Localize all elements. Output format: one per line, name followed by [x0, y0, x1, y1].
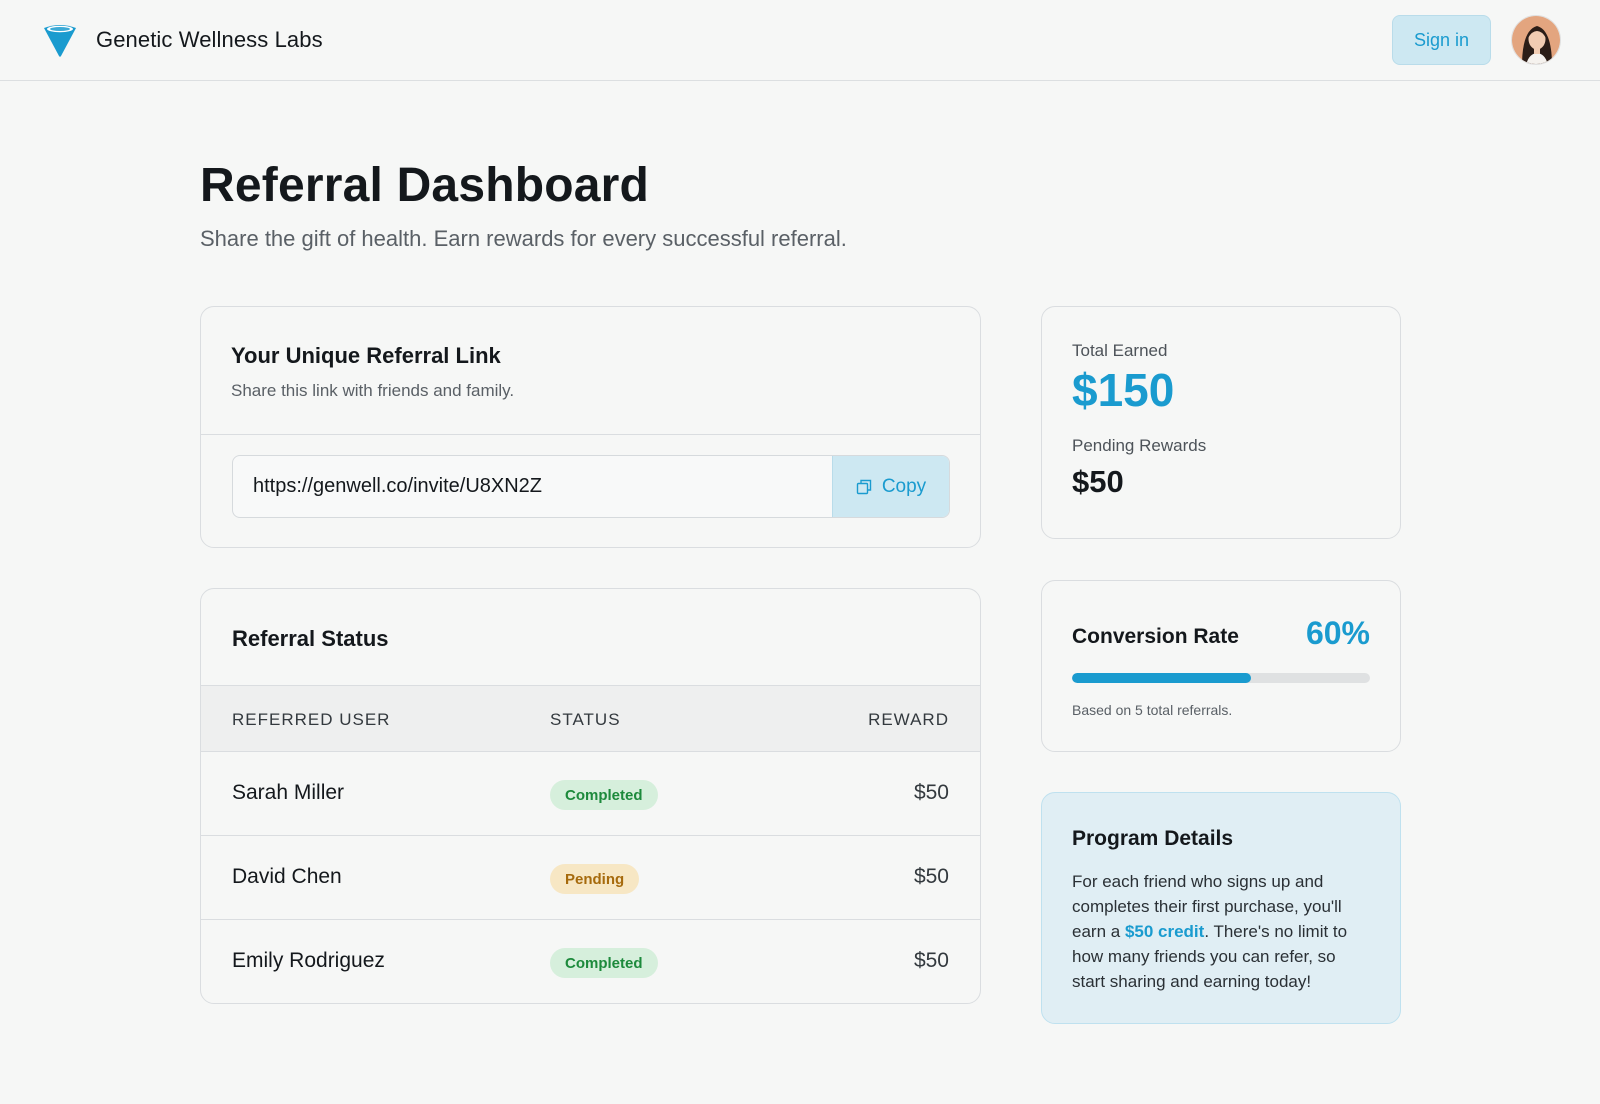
table-row: David Chen Pending $50	[201, 836, 980, 920]
program-details-title: Program Details	[1072, 827, 1234, 850]
reward-amount: $50	[913, 949, 949, 972]
total-earned-value: $150	[1072, 364, 1175, 416]
page-title: Referral Dashboard	[200, 159, 650, 212]
reward-amount: $50	[913, 781, 949, 804]
referred-user-name: Sarah Miller	[232, 781, 345, 804]
referred-user-name: Emily Rodriguez	[232, 949, 385, 972]
top-navigation-bar: Genetic Wellness Labs Sign in	[0, 0, 1600, 81]
referral-link-card-header: Your Unique Referral Link Share this lin…	[201, 307, 980, 435]
column-header-reward: REWARD	[868, 710, 949, 729]
referral-link-subtitle: Share this link with friends and family.	[231, 381, 515, 400]
status-badge: Completed	[550, 948, 658, 978]
referral-link-field: Copy	[232, 455, 950, 518]
conversion-rate-title: Conversion Rate	[1072, 625, 1239, 648]
copy-link-button[interactable]: Copy	[832, 456, 949, 517]
user-avatar[interactable]	[1511, 15, 1561, 65]
program-details-text: For each friend who signs up and complet…	[1072, 869, 1370, 994]
conversion-note: Based on 5 total referrals.	[1072, 702, 1233, 718]
status-badge: Pending	[550, 864, 640, 894]
copy-button-label: Copy	[881, 475, 927, 497]
program-credit-highlight: $50 credit	[1124, 922, 1205, 941]
conversion-progress-fill	[1072, 673, 1251, 683]
referred-user-name: David Chen	[232, 865, 342, 888]
earnings-card: Total Earned $150 Pending Rewards $50	[1041, 306, 1401, 539]
referral-link-input[interactable]	[233, 456, 832, 517]
table-row: Emily Rodriguez Completed $50	[201, 920, 980, 1003]
pending-rewards-value: $50	[1072, 463, 1124, 499]
brand-name: Genetic Wellness Labs	[96, 27, 323, 52]
sign-in-button[interactable]: Sign in	[1392, 15, 1491, 65]
total-earned-label: Total Earned	[1072, 341, 1168, 360]
program-details-card: Program Details For each friend who sign…	[1041, 792, 1401, 1024]
conversion-rate-value: 60%	[1305, 615, 1370, 651]
pending-rewards-label: Pending Rewards	[1072, 435, 1207, 455]
reward-amount: $50	[913, 865, 949, 888]
funnel-logo-icon	[44, 25, 76, 57]
referral-status-card: Referral Status REFERRED USER STATUS REW…	[200, 588, 981, 1004]
status-badge: Completed	[550, 780, 658, 810]
referral-status-title: Referral Status	[232, 626, 389, 651]
conversion-rate-card: Conversion Rate 60% Based on 5 total ref…	[1041, 580, 1401, 752]
page-subtitle: Share the gift of health. Earn rewards f…	[200, 226, 847, 251]
table-header: REFERRED USER STATUS REWARD	[201, 685, 980, 752]
table-row: Sarah Miller Completed $50	[201, 752, 980, 836]
referral-link-title: Your Unique Referral Link	[231, 343, 501, 368]
conversion-progress-bar	[1072, 673, 1370, 683]
column-header-status: STATUS	[550, 710, 621, 729]
referral-link-card: Your Unique Referral Link Share this lin…	[200, 306, 981, 548]
brand[interactable]: Genetic Wellness Labs	[42, 22, 323, 58]
copy-icon	[856, 479, 872, 494]
avatar-portrait-icon	[1512, 16, 1560, 64]
column-header-referred-user: REFERRED USER	[232, 710, 391, 729]
